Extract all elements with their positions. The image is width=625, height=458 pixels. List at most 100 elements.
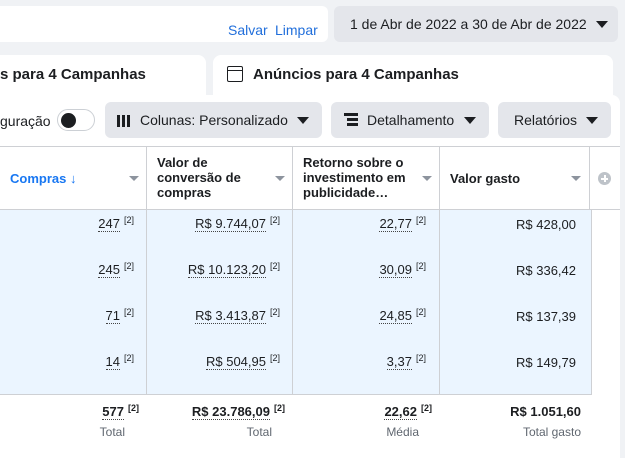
cell-purchases: 14 [2] [105, 353, 134, 370]
table-body [0, 210, 592, 394]
total-spent: R$ 1.051,60 [510, 404, 581, 419]
chevron-down-icon [464, 117, 476, 124]
column-divider [146, 210, 147, 394]
cell-spent: R$ 428,00 [516, 217, 576, 232]
cell-spent: R$ 149,79 [516, 355, 576, 370]
footnote: [2] [415, 353, 426, 363]
cell-value: 3,37 [386, 354, 412, 370]
cell-spent: R$ 336,42 [516, 263, 576, 278]
column-header-conversion-value-label: Valor de conversão de compras [157, 155, 241, 200]
cell-purchases: 71 [2] [105, 307, 134, 324]
chevron-down-icon [297, 117, 309, 124]
column-header-roas-label: Retorno sobre o investimento em publicid… [303, 155, 406, 200]
clear-link[interactable]: Limpar [275, 22, 318, 38]
save-link[interactable]: Salvar [228, 22, 268, 38]
cell-value: 245 [98, 262, 120, 278]
cell-value: 30,09 [379, 262, 412, 278]
footnote: [2] [269, 353, 280, 363]
column-header-roas[interactable]: Retorno sobre o investimento em publicid… [293, 146, 440, 210]
total-roas-label: Média [386, 425, 419, 439]
cell-roas: 3,37 [2] [386, 353, 426, 370]
total-value: 577 [102, 404, 124, 420]
column-divider [292, 210, 293, 394]
column-divider [439, 210, 440, 394]
total-value: 22,62 [384, 404, 417, 420]
footnote: [2] [415, 261, 426, 271]
total-conversion-value-label: Total [246, 425, 272, 439]
footnote: [2] [123, 353, 134, 363]
cell-roas: 22,77 [2] [379, 215, 426, 232]
footnote: [2] [123, 215, 134, 225]
breakdown-label: Detalhamento [367, 112, 455, 128]
footnote: [2] [415, 307, 426, 317]
cell-purchases: 245 [2] [98, 261, 134, 278]
footnote: [2] [269, 261, 280, 271]
cell-value: R$ 504,95 [205, 354, 266, 370]
cell-conversion-value: R$ 9.744,07 [2] [195, 215, 280, 232]
totals-row [0, 394, 592, 458]
cell-value: 14 [105, 354, 120, 370]
cell-conversion-value: R$ 10.123,20 [2] [187, 261, 280, 278]
total-purchases: 577 [2] [102, 403, 139, 420]
cell-purchases: 247 [2] [98, 215, 134, 232]
search-bar-area: Salvar Limpar [0, 6, 328, 42]
cell-value: 247 [98, 216, 120, 232]
ad-icon [227, 66, 243, 82]
footnote: [2] [421, 403, 432, 413]
column-header-conversion-value[interactable]: Valor de conversão de compras [147, 146, 293, 210]
cell-roas: 24,85 [2] [379, 307, 426, 324]
cell-value: R$ 3.413,87 [195, 308, 266, 324]
footnote: [2] [123, 261, 134, 271]
column-header-spent[interactable]: Valor gasto [440, 146, 590, 210]
tab-ads[interactable]: Anúncios para 4 Campanhas [213, 55, 613, 95]
cell-value: R$ 10.123,20 [187, 262, 266, 278]
date-range-picker[interactable]: 1 de Abr de 2022 a 30 de Abr de 2022 [334, 6, 618, 42]
footnote: [2] [274, 403, 285, 413]
sort-caret-icon[interactable] [275, 176, 285, 181]
reports-button[interactable]: Relatórios [498, 102, 611, 138]
total-value: R$ 23.786,09 [191, 404, 270, 420]
sort-caret-icon[interactable] [571, 176, 581, 181]
columns-button[interactable]: Colunas: Personalizado [105, 102, 322, 138]
column-header-purchases[interactable]: Compras ↓ [0, 146, 147, 210]
cell-value: 71 [105, 308, 120, 324]
sort-caret-icon[interactable] [129, 176, 139, 181]
footnote: [2] [128, 403, 139, 413]
footnote: [2] [269, 307, 280, 317]
tab-ad-sets-label: s para 4 Campanhas [0, 66, 146, 83]
sort-caret-icon[interactable] [422, 176, 432, 181]
toggle-knob [61, 113, 76, 128]
cell-value: 22,77 [379, 216, 412, 232]
config-toggle[interactable] [57, 109, 95, 131]
config-label: guração [0, 113, 51, 129]
footnote: [2] [269, 215, 280, 225]
total-roas: 22,62 [2] [384, 403, 432, 420]
column-divider [591, 210, 592, 394]
header-line: Valor de [157, 155, 208, 170]
breakdown-icon [344, 113, 358, 127]
date-range-text: 1 de Abr de 2022 a 30 de Abr de 2022 [350, 16, 587, 32]
breakdown-button[interactable]: Detalhamento [331, 102, 489, 138]
cell-value: R$ 9.744,07 [195, 216, 266, 232]
cell-value: 24,85 [379, 308, 412, 324]
header-line: Retorno sobre o [303, 155, 404, 170]
report-panel: guração Colunas: Personalizado Detalhame… [0, 95, 620, 458]
tab-ads-label: Anúncios para 4 Campanhas [253, 66, 459, 83]
header-line: conversão de [157, 170, 241, 185]
total-conversion-value: R$ 23.786,09 [2] [191, 403, 285, 420]
cell-spent: R$ 137,39 [516, 309, 576, 324]
add-column-icon[interactable] [598, 172, 611, 185]
cell-conversion-value: R$ 504,95 [2] [205, 353, 280, 370]
columns-icon [117, 114, 131, 127]
columns-label: Colunas: Personalizado [140, 112, 288, 128]
chevron-down-icon [596, 21, 608, 28]
cell-roas: 30,09 [2] [379, 261, 426, 278]
reports-label: Relatórios [514, 112, 578, 128]
tab-ad-sets[interactable]: s para 4 Campanhas [0, 55, 206, 95]
chevron-down-icon [586, 117, 598, 124]
total-purchases-label: Total [99, 425, 125, 439]
header-line: publicidade… [303, 185, 389, 200]
column-header-spent-label: Valor gasto [450, 171, 521, 186]
footnote: [2] [123, 307, 134, 317]
footnote: [2] [415, 215, 426, 225]
